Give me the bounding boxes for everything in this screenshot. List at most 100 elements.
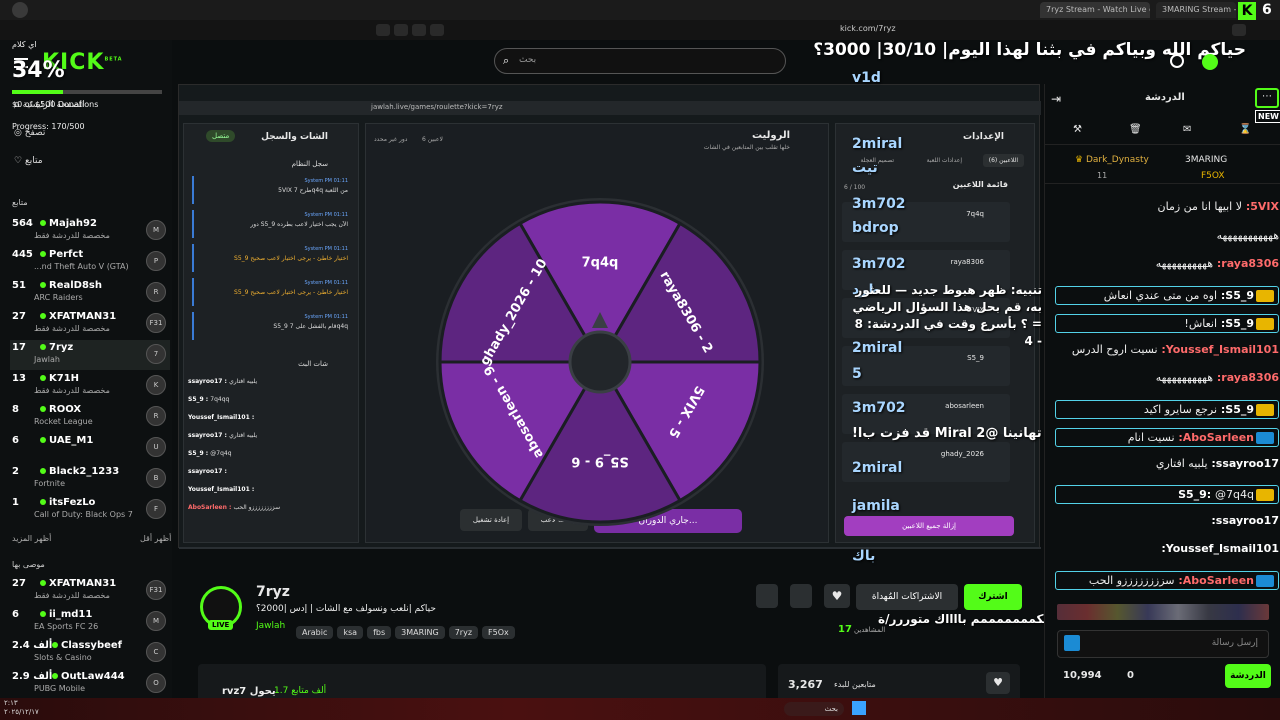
- url-field[interactable]: kick.com/7ryz: [840, 24, 896, 33]
- chat-send-button[interactable]: الدردشة: [1225, 664, 1271, 688]
- stream-tag[interactable]: Arabic: [296, 626, 334, 639]
- streamer-avatar: C: [146, 642, 166, 662]
- chat-username[interactable]: ssayroo17:: [1208, 457, 1279, 470]
- forward-icon[interactable]: [394, 24, 408, 36]
- emoji-icon[interactable]: [1064, 635, 1080, 651]
- stream-row[interactable]: 1 itsFezLo Call of Duty: Black Ops 7 F: [10, 495, 170, 525]
- chat-username[interactable]: raya8306:: [1213, 371, 1279, 384]
- zero-count: 0: [1127, 670, 1134, 681]
- stream-name: XFATMAN31: [40, 311, 116, 322]
- chat-username[interactable]: ssayroo17:: [1211, 514, 1279, 527]
- game-chat-message: Youssef_Ismail101 :: [188, 486, 354, 493]
- stream-row[interactable]: 51 RealD8sh ARC Raiders R: [10, 278, 170, 308]
- stream-tag[interactable]: ksa: [337, 626, 364, 639]
- overlay-name: 3m702: [852, 256, 906, 272]
- roulette-wheel[interactable]: 7q4qraya8306 - 25VIX - 5S5_9 - 6abosarle…: [436, 198, 764, 526]
- stream-row[interactable]: 13 K71H مخصصة للدردشة فقط K: [10, 371, 170, 401]
- overlay-name: 2miral: [852, 136, 903, 152]
- trash-icon[interactable]: 🗑: [1129, 124, 1142, 135]
- stream-row[interactable]: 2.9 ألف OutLaw444 PUBG Mobile O: [10, 669, 170, 699]
- stream-viewers: 2: [12, 466, 19, 477]
- subscriber-badge-icon: [1256, 489, 1274, 501]
- chat-title: الدردشة: [1145, 92, 1185, 103]
- pinned-user-2[interactable]: 3MARING: [1185, 155, 1227, 165]
- stream-row[interactable]: 2 Black2_1233 Fortnite B: [10, 464, 170, 494]
- chat-message: ssayroo17: يلبيه افتاري: [1055, 457, 1279, 470]
- chat-username[interactable]: S5_9:: [1217, 403, 1254, 416]
- stream-tag[interactable]: 3MARING: [395, 626, 445, 639]
- collapse-chat-icon[interactable]: ⇥: [1051, 92, 1061, 106]
- stream-category: Fortnite: [34, 479, 65, 488]
- stream-row[interactable]: 27 XFATMAN31 مخصصة للدردشة فقط F31: [10, 309, 170, 339]
- search-bar[interactable]: ⌕ بحث: [494, 48, 786, 74]
- chat-username[interactable]: S5_9:: [1217, 289, 1254, 302]
- remove-all-button[interactable]: إزالة جميع اللاعبين: [844, 516, 1014, 536]
- streamer-avatar: U: [146, 437, 166, 457]
- log-text: دور S5_9 الآن يجب اختيار لاعب بطرده: [250, 221, 348, 228]
- points-balance[interactable]: 10,994: [1063, 670, 1102, 681]
- pinned-user-1[interactable]: ♛ Dark_Dynasty: [1075, 155, 1149, 165]
- subscribe-button[interactable]: اشترك: [964, 584, 1022, 610]
- hammer-icon[interactable]: ⚒: [1073, 124, 1082, 135]
- search-input[interactable]: بحث: [519, 55, 536, 65]
- stream-tag[interactable]: 7ryz: [448, 626, 479, 639]
- chat-username[interactable]: AboSarleen:: [1175, 431, 1254, 444]
- chat-username[interactable]: S5_9:: [1178, 488, 1215, 501]
- taskbar-search[interactable]: بحث: [784, 702, 844, 716]
- back-icon[interactable]: [376, 24, 390, 36]
- browser-menu-icon[interactable]: [12, 2, 28, 18]
- chat-username[interactable]: 5VIX:: [1242, 200, 1279, 213]
- hourglass-icon[interactable]: ⌛: [1239, 124, 1251, 135]
- stream-tag[interactable]: F5Ox: [482, 626, 515, 639]
- heart-button[interactable]: ♥: [824, 584, 850, 608]
- stream-row[interactable]: 2.4 ألف Classybeef Slots & Casino C: [10, 638, 170, 668]
- refresh-icon[interactable]: [1232, 24, 1246, 36]
- chat-bubble-icon[interactable]: ✉: [1183, 124, 1191, 135]
- pinned-user-3[interactable]: F5OX: [1201, 171, 1225, 181]
- stream-category[interactable]: Jawlah: [256, 621, 285, 631]
- stream-row[interactable]: 6 ii_md11 EA Sports FC 26 M: [10, 607, 170, 637]
- stream-name: ii_md11: [40, 609, 92, 620]
- pinned-count-1: 11: [1097, 171, 1108, 180]
- streamer-avatar: F: [146, 499, 166, 519]
- heart-icon[interactable]: ♥: [986, 672, 1010, 694]
- stream-row[interactable]: 8 ROOX Rocket League R: [10, 402, 170, 432]
- live-dot-icon: [40, 468, 46, 474]
- stream-row[interactable]: 445 Perfct ...nd Theft Auto V (GTA) P: [10, 247, 170, 277]
- channel-name[interactable]: 7ryz: [256, 584, 290, 600]
- nav-following[interactable]: ♡ متابع: [14, 156, 43, 166]
- stream-row[interactable]: 17 7ryz Jawlah 7: [10, 340, 170, 370]
- stream-row[interactable]: 564 Majah92 مخصصة للدردشة فقط M: [10, 216, 170, 246]
- reload-icon[interactable]: [412, 24, 426, 36]
- chat-username[interactable]: S5_9:: [1217, 317, 1254, 330]
- bell-button[interactable]: [790, 584, 812, 608]
- stream-name: Perfct: [40, 249, 83, 260]
- label-ar: اي كلام: [12, 40, 37, 49]
- browser-tab[interactable]: 3MARING Stream - Watch Li...: [1156, 2, 1236, 18]
- tab-game-settings[interactable]: إعدادات اللعبة: [927, 157, 962, 164]
- game-chat-user: ssayroo17 :: [188, 468, 227, 475]
- windows-start-icon[interactable]: [852, 701, 866, 715]
- streamer-avatar: R: [146, 406, 166, 426]
- chat-menu-button[interactable]: ⋯: [1255, 88, 1279, 108]
- report-button[interactable]: [756, 584, 778, 608]
- wheel-segment-label: S5_9 - 6: [571, 454, 628, 469]
- show-more-link[interactable]: أظهر المزيد: [12, 534, 51, 543]
- show-less-link[interactable]: أظهر أقل: [140, 534, 171, 543]
- browser-tab-active[interactable]: 7ryz Stream - Watch Live on Kick: [1040, 2, 1150, 18]
- game-chat-message: S5_9 : 7q4qq: [188, 396, 354, 403]
- tab-players[interactable]: اللاعبين (6): [982, 154, 1024, 167]
- chat-username[interactable]: Youssef_Ismail101:: [1161, 542, 1279, 555]
- stream-tag[interactable]: fbs: [367, 626, 392, 639]
- stream-row[interactable]: 6 UAE_M1 U: [10, 433, 170, 463]
- avatar-icon[interactable]: [1170, 54, 1184, 68]
- chat-input[interactable]: إرسل رسالة: [1057, 630, 1269, 658]
- chat-username[interactable]: AboSarleen:: [1175, 574, 1254, 587]
- gift-subs-button[interactable]: الاشتراكات المُهداة: [856, 584, 958, 610]
- log-user: System PM 01:11: [304, 280, 348, 286]
- chat-username[interactable]: Youssef_Ismail101:: [1158, 343, 1279, 356]
- streamer-avatar: B: [146, 468, 166, 488]
- kick-badge-icon[interactable]: [1202, 54, 1218, 70]
- chat-username[interactable]: raya8306:: [1213, 257, 1279, 270]
- stream-row[interactable]: 27 XFATMAN31 مخصصة للدردشة فقط F31: [10, 576, 170, 606]
